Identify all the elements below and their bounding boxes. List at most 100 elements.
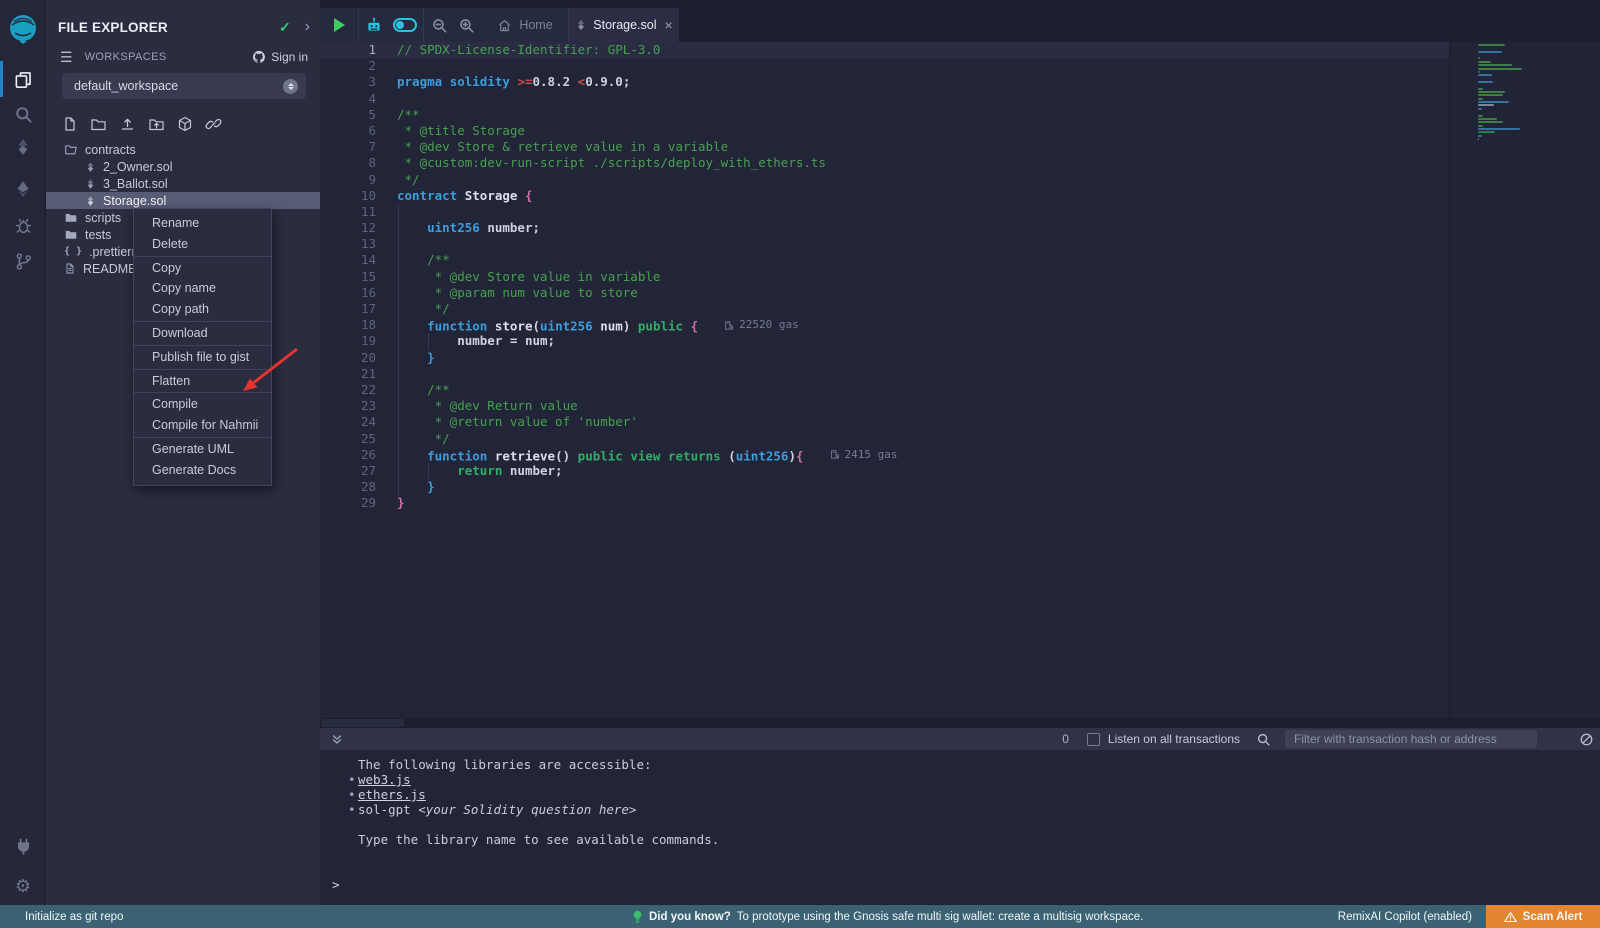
menu-item-publish-file-to-gist[interactable]: Publish file to gist — [134, 347, 271, 368]
code-line-17[interactable]: 17 */ — [320, 301, 1600, 317]
solidity-compiler-icon[interactable] — [0, 129, 46, 165]
workspace-sort-icon — [283, 79, 298, 94]
tab-home[interactable]: Home — [482, 8, 568, 42]
scam-alert-button[interactable]: Scam Alert — [1486, 905, 1600, 928]
plugin-manager-icon[interactable] — [0, 828, 46, 864]
ai-robot-icon[interactable] — [365, 16, 383, 34]
code-editor[interactable]: 1// SPDX-License-Identifier: GPL-3.023pr… — [320, 42, 1600, 718]
code-line-18[interactable]: 18 function store(uint256 num) public {2… — [320, 317, 1600, 333]
folder-open-icon — [64, 143, 78, 156]
code-line-22[interactable]: 22 /** — [320, 382, 1600, 398]
menu-item-copy-path[interactable]: Copy path — [134, 299, 271, 320]
menu-item-rename[interactable]: Rename — [134, 213, 271, 234]
code-line-15[interactable]: 15 * @dev Store value in variable — [320, 269, 1600, 285]
menu-item-flatten[interactable]: Flatten — [134, 371, 271, 392]
tree-item-storage-sol[interactable]: Storage.sol — [46, 192, 320, 209]
upload-file-icon[interactable] — [119, 116, 136, 132]
clear-console-icon[interactable] — [1579, 732, 1594, 747]
code-line-26[interactable]: 26 function retrieve() public view retur… — [320, 447, 1600, 463]
tree-item-3-ballot-sol[interactable]: 3_Ballot.sol — [46, 175, 320, 192]
expand-terminal-icon[interactable] — [330, 732, 344, 746]
terminal-search-icon[interactable] — [1256, 732, 1271, 747]
init-git-repo-button[interactable]: Initialize as git repo — [25, 911, 123, 923]
menu-item-copy-name[interactable]: Copy name — [134, 278, 271, 299]
workspaces-menu-icon[interactable]: ☰ — [60, 49, 73, 66]
code-line-12[interactable]: 12 uint256 number; — [320, 220, 1600, 236]
code-line-23[interactable]: 23 * @dev Return value — [320, 398, 1600, 414]
line-number: 16 — [320, 285, 397, 301]
code-line-21[interactable]: 21 — [320, 366, 1600, 382]
deploy-run-icon[interactable] — [0, 171, 46, 207]
terminal-prompt[interactable]: > — [332, 877, 1600, 892]
scrollbar-thumb[interactable] — [322, 719, 404, 727]
code-line-3[interactable]: 3pragma solidity >=0.8.2 <0.9.0; — [320, 74, 1600, 90]
file-explorer-icon[interactable] — [0, 61, 46, 97]
code-line-6[interactable]: 6 * @title Storage — [320, 123, 1600, 139]
code-line-28[interactable]: 28 } — [320, 479, 1600, 495]
zoom-out-icon[interactable] — [431, 17, 448, 34]
menu-item-copy[interactable]: Copy — [134, 258, 271, 279]
debugger-icon[interactable] — [0, 207, 46, 243]
line-number: 8 — [320, 155, 397, 171]
menu-item-delete[interactable]: Delete — [134, 234, 271, 255]
play-run-icon[interactable] — [334, 18, 345, 32]
workspace-select[interactable]: default_workspace — [62, 73, 306, 99]
code-line-29[interactable]: 29} — [320, 495, 1600, 511]
menu-item-download[interactable]: Download — [134, 323, 271, 344]
code-line-10[interactable]: 10contract Storage { — [320, 188, 1600, 204]
menu-separator — [134, 321, 271, 322]
line-number: 11 — [320, 204, 397, 220]
code-line-4[interactable]: 4 — [320, 91, 1600, 107]
code-line-13[interactable]: 13 — [320, 236, 1600, 252]
ethers-link[interactable]: ethers.js — [358, 787, 426, 802]
code-line-25[interactable]: 25 */ — [320, 431, 1600, 447]
code-line-2[interactable]: 2 — [320, 58, 1600, 74]
menu-item-generate-uml[interactable]: Generate UML — [134, 439, 271, 460]
tree-item-contracts[interactable]: contracts — [46, 141, 320, 158]
icon-rail: ⚙ — [0, 0, 46, 928]
settings-gear-icon[interactable]: ⚙ — [0, 868, 46, 904]
tab-close-icon[interactable]: × — [665, 17, 673, 33]
code-line-8[interactable]: 8 * @custom:dev-run-script ./scripts/dep… — [320, 155, 1600, 171]
status-check-icon[interactable]: ✓ — [279, 19, 291, 36]
code-line-16[interactable]: 16 * @param num value to store — [320, 285, 1600, 301]
menu-item-compile-for-nahmii[interactable]: Compile for Nahmii — [134, 415, 271, 436]
tab-storage-sol[interactable]: Storage.sol × — [569, 8, 679, 42]
minimap[interactable] — [1478, 44, 1538, 141]
search-icon[interactable] — [0, 96, 46, 132]
code-line-14[interactable]: 14 /** — [320, 252, 1600, 268]
status-bar: Initialize as git repo Did you know? To … — [0, 905, 1600, 928]
listen-checkbox[interactable] — [1087, 733, 1100, 746]
tree-item-2-owner-sol[interactable]: 2_Owner.sol — [46, 158, 320, 175]
terminal-output[interactable]: The following libraries are accessible: … — [320, 750, 1600, 905]
code-line-7[interactable]: 7 * @dev Store & retrieve value in a var… — [320, 139, 1600, 155]
terminal-lib-ethers: •ethers.js — [348, 787, 1600, 802]
transaction-count: 0 — [1062, 732, 1069, 746]
new-file-icon[interactable] — [62, 116, 78, 132]
new-folder-icon[interactable] — [90, 116, 107, 132]
chevron-right-icon[interactable]: › — [305, 18, 310, 36]
copilot-toggle[interactable] — [393, 18, 417, 32]
code-line-9[interactable]: 9 */ — [320, 172, 1600, 188]
zoom-in-icon[interactable] — [458, 17, 475, 34]
code-line-19[interactable]: 19 number = num; — [320, 333, 1600, 349]
code-line-20[interactable]: 20 } — [320, 350, 1600, 366]
remix-logo-icon[interactable] — [0, 10, 46, 48]
code-line-5[interactable]: 5/** — [320, 107, 1600, 123]
web3-link[interactable]: web3.js — [358, 772, 411, 787]
git-icon[interactable] — [0, 243, 46, 279]
menu-item-generate-docs[interactable]: Generate Docs — [134, 460, 271, 481]
code-line-11[interactable]: 11 — [320, 204, 1600, 220]
code-line-27[interactable]: 27 return number; — [320, 463, 1600, 479]
horizontal-scrollbar[interactable] — [320, 718, 1600, 728]
transaction-filter-input[interactable] — [1285, 730, 1537, 748]
listen-label[interactable]: Listen on all transactions — [1108, 732, 1240, 746]
code-line-1[interactable]: 1// SPDX-License-Identifier: GPL-3.0 — [320, 42, 1449, 58]
code-line-24[interactable]: 24 * @return value of 'number' — [320, 414, 1600, 430]
ipfs-cube-icon[interactable] — [177, 116, 193, 132]
import-url-link-icon[interactable] — [205, 116, 222, 132]
copilot-status[interactable]: RemixAI Copilot (enabled) — [1338, 911, 1472, 923]
upload-folder-icon[interactable] — [148, 116, 165, 132]
menu-item-compile[interactable]: Compile — [134, 394, 271, 415]
github-sign-in[interactable]: Sign in — [252, 50, 308, 64]
